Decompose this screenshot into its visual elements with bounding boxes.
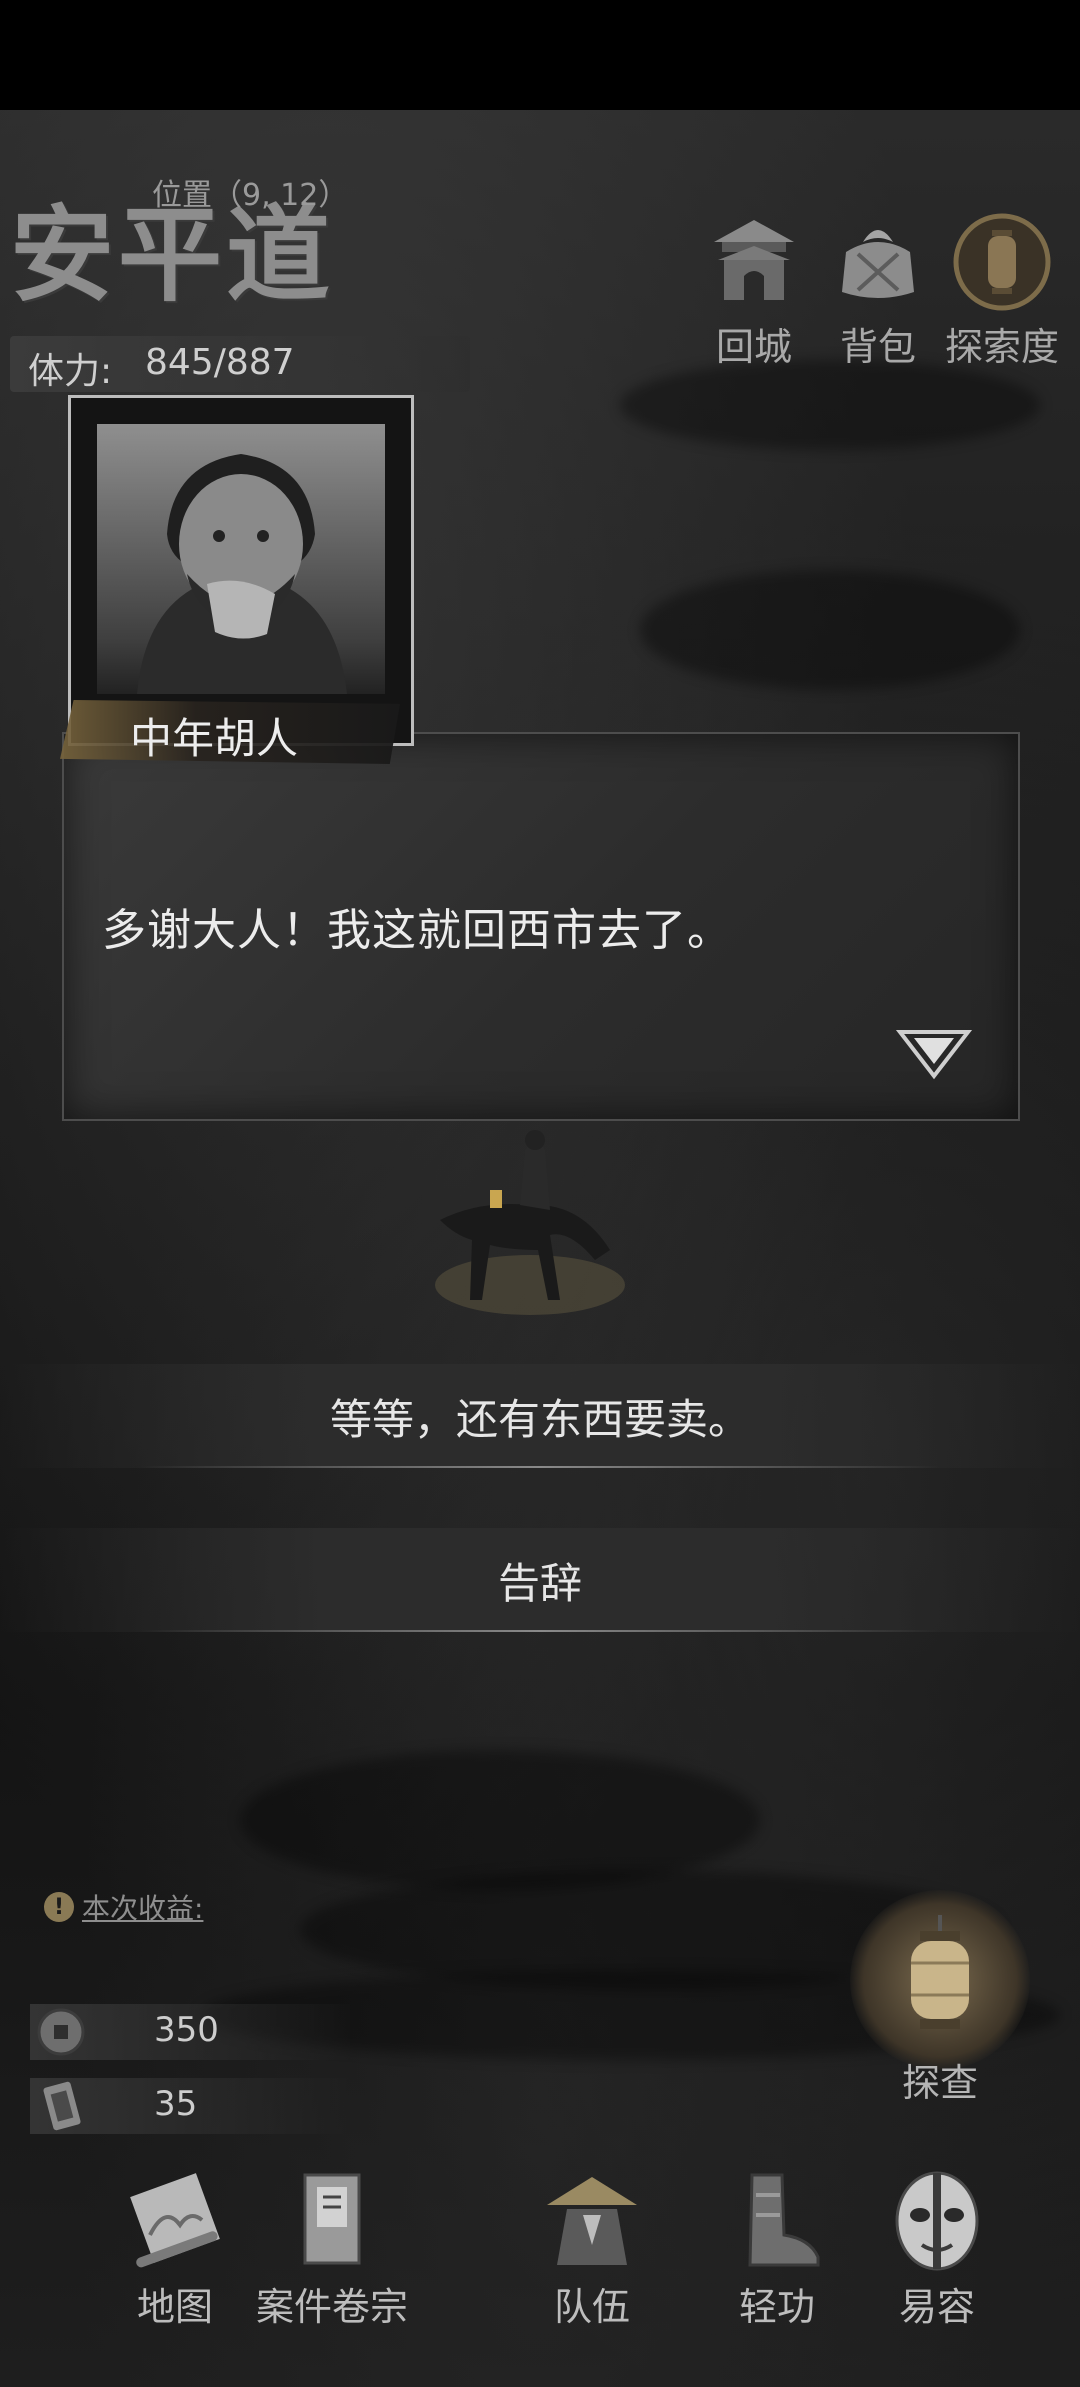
case-file-icon bbox=[272, 2160, 392, 2280]
stamina-label: 体力: bbox=[28, 351, 113, 392]
nav-map-label: 地图 bbox=[136, 2285, 213, 2329]
nav-lightness-skill-label: 轻功 bbox=[738, 2285, 815, 2329]
npc-name: 中年胡人 bbox=[130, 714, 299, 763]
boots-icon bbox=[717, 2160, 837, 2280]
earnings-label[interactable]: ! 本次收益: bbox=[44, 1887, 203, 1927]
earnings-tokens: 35 bbox=[30, 2078, 350, 2134]
mask-icon bbox=[877, 2160, 997, 2280]
choice-sell-more-button[interactable]: 等等，还有东西要卖。 bbox=[0, 1364, 1080, 1468]
choice-farewell-button[interactable]: 告辞 bbox=[0, 1528, 1080, 1632]
city-gate-icon bbox=[704, 212, 804, 312]
map-scroll-icon bbox=[115, 2160, 235, 2280]
npc-portrait bbox=[97, 424, 385, 694]
nav-case-files-label: 案件卷宗 bbox=[255, 2285, 408, 2329]
return-city-label: 回城 bbox=[715, 325, 792, 369]
nav-case-files[interactable]: 案件卷宗 bbox=[252, 2160, 412, 2331]
stamina-value: 845/887 bbox=[145, 342, 295, 383]
bundle-icon bbox=[828, 212, 928, 312]
earnings-coins: 350 bbox=[30, 2004, 350, 2060]
nav-team-label: 队伍 bbox=[553, 2285, 630, 2329]
coin-icon bbox=[37, 2008, 85, 2056]
warning-icon: ! bbox=[44, 1892, 74, 1922]
lantern-icon bbox=[850, 1890, 1030, 2070]
dialog-box[interactable]: 多谢大人！我这就回西市去了。 bbox=[62, 732, 1020, 1121]
nav-disguise-label: 易容 bbox=[898, 2285, 975, 2329]
position-readout: 位置（9, 12） bbox=[152, 178, 349, 213]
exploration-degree-label: 探索度 bbox=[944, 325, 1059, 369]
status-bar bbox=[0, 0, 1080, 110]
backpack-label: 背包 bbox=[839, 325, 916, 369]
explore-button[interactable]: 探查 bbox=[840, 1890, 1040, 2105]
lantern-icon bbox=[952, 212, 1052, 312]
exploration-degree-button[interactable]: 探索度 bbox=[942, 212, 1062, 371]
nav-lightness-skill[interactable]: 轻功 bbox=[697, 2160, 857, 2331]
player-rider-sprite bbox=[435, 1130, 625, 1315]
choice-sell-more-label: 等等，还有东西要卖。 bbox=[329, 1394, 750, 1444]
stamina-bar: 体力: 845/887 bbox=[10, 336, 470, 392]
scroll-token-icon bbox=[43, 2081, 81, 2131]
explore-label: 探查 bbox=[901, 2061, 978, 2105]
return-city-button[interactable]: 回城 bbox=[694, 212, 814, 371]
triangle-down-icon[interactable] bbox=[894, 1024, 974, 1084]
nav-team[interactable]: 队伍 bbox=[512, 2160, 672, 2331]
nav-map[interactable]: 地图 bbox=[95, 2160, 255, 2331]
choice-farewell-label: 告辞 bbox=[497, 1558, 582, 1608]
nav-disguise[interactable]: 易容 bbox=[857, 2160, 1017, 2331]
straw-hat-icon bbox=[532, 2160, 652, 2280]
dialog-text: 多谢大人！我这就回西市去了。 bbox=[102, 905, 732, 956]
backpack-button[interactable]: 背包 bbox=[818, 212, 938, 371]
npc-portrait-frame bbox=[68, 395, 414, 746]
